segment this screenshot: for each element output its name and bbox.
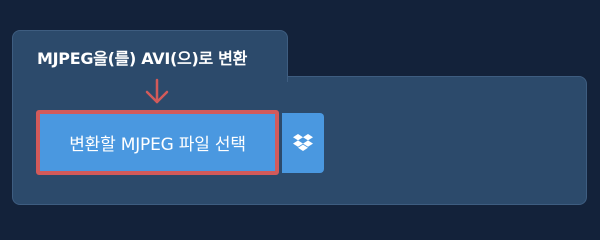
arrow-down-icon bbox=[145, 78, 169, 104]
dropbox-button[interactable] bbox=[282, 113, 324, 173]
dropbox-icon bbox=[293, 134, 313, 151]
tab-title: MJPEG을(를) AVI(으)로 변환 bbox=[37, 49, 248, 68]
choose-file-button[interactable]: 변환할 MJPEG 파일 선택 bbox=[36, 110, 279, 175]
choose-file-label: 변환할 MJPEG 파일 선택 bbox=[69, 135, 246, 155]
